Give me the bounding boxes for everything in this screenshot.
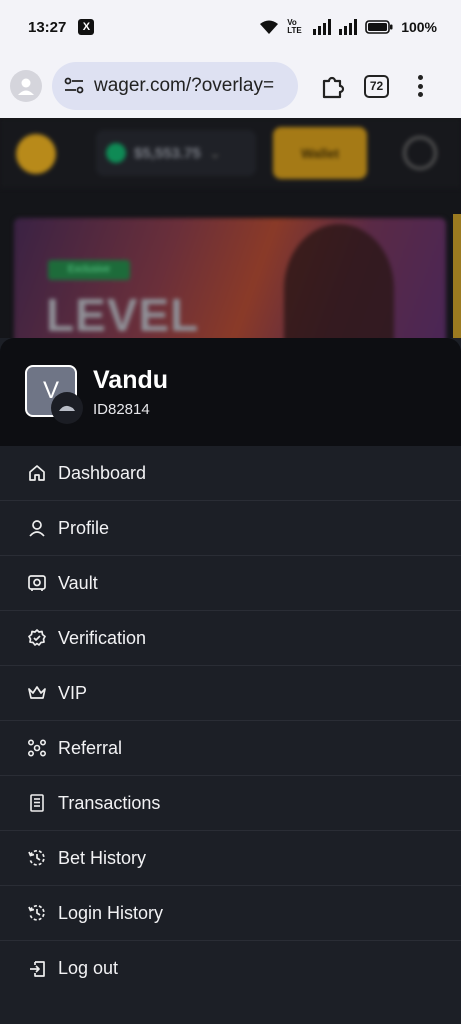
tab-switcher-button[interactable]: 72 [364,74,389,98]
receipt-icon [26,792,48,814]
balance-value: $5,553.75 [134,144,201,162]
menu-item-dashboard[interactable]: Dashboard [0,446,461,501]
wallet-button: Wallet [273,127,367,179]
menu-item-label: Transactions [58,792,161,813]
status-bar: 13:27 X Vo LTE 100% [0,0,461,54]
logout-icon [26,958,48,980]
user-name: Vandu [93,366,169,394]
menu-item-label: VIP [58,682,88,703]
puzzle-icon [322,76,345,99]
verified-badge-icon [26,627,48,649]
url-text[interactable]: wager.com/?overlay= [94,75,274,97]
clock: 13:27 [28,18,67,36]
menu-item-label: Verification [58,627,147,648]
menu-item-logout[interactable]: Log out [0,941,461,996]
menu-item-login-history[interactable]: Login History [0,886,461,941]
account-drawer: V Vandu ID82814 Dashboard Profile Vault [0,338,461,1024]
battery-icon [365,20,393,34]
user-header: V Vandu ID82814 [0,338,461,446]
side-accent [453,214,461,338]
promo-banner: Exclusive LEVEL [14,218,446,338]
menu-item-profile[interactable]: Profile [0,501,461,556]
browser-menu-button[interactable] [415,73,425,99]
site-settings-icon[interactable] [64,77,84,95]
chevron-down-icon: ⌄ [208,145,222,162]
menu-item-label: Profile [58,517,110,538]
home-icon [26,462,48,484]
menu-item-verification[interactable]: Verification [0,611,461,666]
user-id: ID82814 [93,401,150,418]
menu-item-transactions[interactable]: Transactions [0,776,461,831]
banner-title: LEVEL [46,289,200,338]
wifi-icon [260,20,279,34]
menu-item-label: Login History [58,902,164,923]
vault-icon [26,572,48,594]
status-icons: Vo LTE 100% [259,19,437,35]
user-icon [26,517,48,539]
signal-icon-2 [339,19,358,35]
menu-item-label: Vault [58,572,98,593]
menu-item-label: Dashboard [58,462,147,483]
network-type-label: Vo LTE [287,18,302,35]
browser-toolbar: wager.com/?overlay= 72 [0,54,461,118]
banner-badge: Exclusive [48,260,130,280]
site-header: $5,553.75 ⌄ Wallet [0,118,461,188]
menu-item-label: Log out [58,958,119,978]
x-app-notification-icon: X [78,19,95,35]
menu-item-vault[interactable]: Vault [0,556,461,611]
site-logo [16,134,56,174]
coin-icon [106,143,126,163]
signal-icon [313,19,332,35]
account-icon [18,78,34,95]
battery-percentage: 100% [401,19,437,35]
browser-profile-button[interactable] [10,70,42,102]
menu-item-bet-history[interactable]: Bet History [0,831,461,886]
referral-icon [26,737,48,759]
support-icon [403,136,437,170]
menu-item-referral[interactable]: Referral [0,721,461,776]
rank-badge-icon [51,392,83,424]
banner-character [284,224,394,338]
crown-icon [26,682,48,704]
background-page: $5,553.75 ⌄ Wallet Exclusive LEVEL [0,118,461,338]
extensions-button[interactable] [318,71,348,101]
history-icon [26,847,48,869]
menu-item-vip[interactable]: VIP [0,666,461,721]
history-icon [26,902,48,924]
balance-display: $5,553.75 ⌄ [96,130,256,176]
account-menu: Dashboard Profile Vault Verification VIP [0,446,461,996]
address-bar[interactable]: wager.com/?overlay= [52,62,298,110]
wallet-label: Wallet [301,145,339,161]
menu-item-label: Referral [58,737,123,758]
menu-item-label: Bet History [58,847,147,868]
